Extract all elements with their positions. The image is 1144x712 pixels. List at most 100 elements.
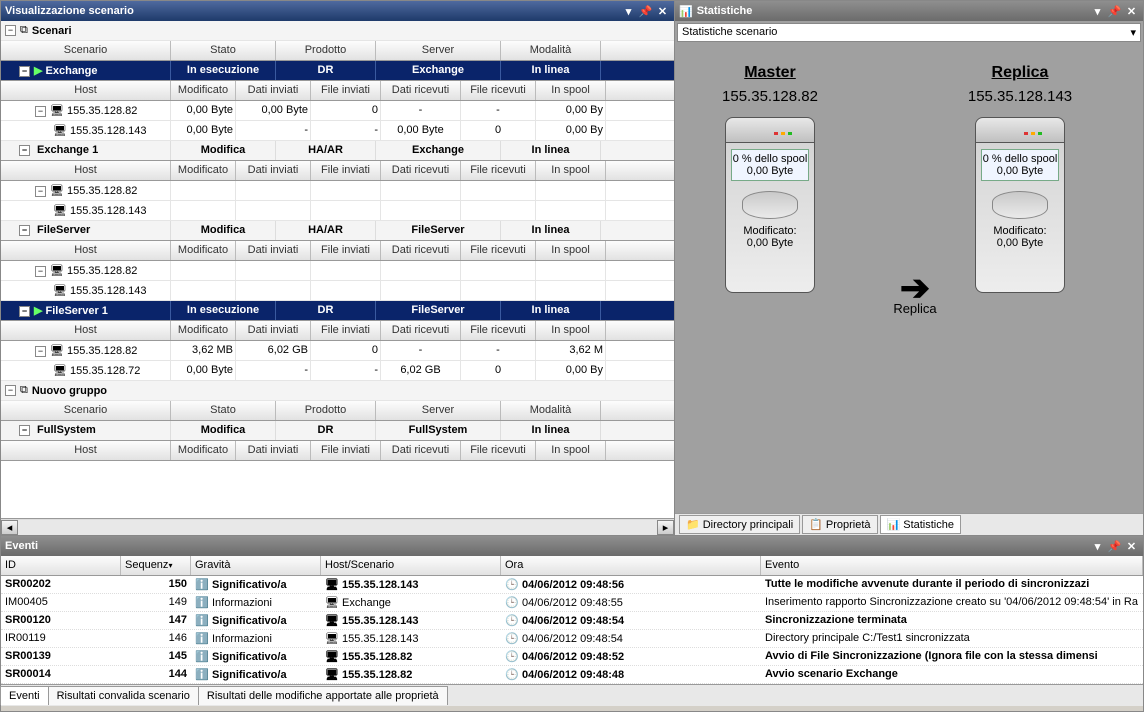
event-row[interactable]: IR00119146ℹ️Informazioni🖥155.35.128.143🕒…: [1, 630, 1143, 648]
hdr-prodotto[interactable]: Prodotto: [276, 401, 376, 420]
event-row[interactable]: SR00014144ℹ️Significativo/a🖥155.35.128.8…: [1, 666, 1143, 684]
horizontal-scrollbar[interactable]: ◂ ▸: [1, 518, 674, 535]
stats-tab[interactable]: 📋Proprietà: [802, 515, 877, 534]
hdr-host[interactable]: Host: [1, 241, 171, 260]
hdr-modificato[interactable]: Modificato: [171, 161, 236, 180]
collapse-icon[interactable]: −: [35, 346, 46, 357]
pin-icon[interactable]: 📌: [1107, 539, 1122, 553]
host-row[interactable]: −🖥 155.35.128.820,00 Byte0,00 Byte0--0,0…: [1, 101, 674, 121]
pin-icon[interactable]: 📌: [638, 4, 653, 18]
close-icon[interactable]: ✕: [1124, 4, 1139, 18]
bottom-tab[interactable]: Eventi: [0, 686, 49, 705]
hdr-modalità[interactable]: Modalità: [501, 401, 601, 420]
bottom-tab[interactable]: Risultati convalida scenario: [48, 686, 199, 705]
hdr-host[interactable]: Host: [1, 81, 171, 100]
hdr-file-ricevuti[interactable]: File ricevuti: [461, 81, 536, 100]
dropdown-icon[interactable]: ▾: [1090, 4, 1105, 18]
hdr-in-spool[interactable]: In spool: [536, 81, 606, 100]
hdr-dati-inviati[interactable]: Dati inviati: [236, 81, 311, 100]
hdr-stato[interactable]: Stato: [171, 401, 276, 420]
hdr-server[interactable]: Server: [376, 41, 501, 60]
hdr-dati-inviati[interactable]: Dati inviati: [236, 321, 311, 340]
hdr-file-ricevuti[interactable]: File ricevuti: [461, 241, 536, 260]
collapse-icon[interactable]: −: [5, 385, 16, 396]
hdr-file-inviati[interactable]: File inviati: [311, 241, 381, 260]
hdr-file-ricevuti[interactable]: File ricevuti: [461, 321, 536, 340]
hdr-in-spool[interactable]: In spool: [536, 161, 606, 180]
events-col-id[interactable]: ID: [1, 556, 121, 575]
hdr-host[interactable]: Host: [1, 161, 171, 180]
pin-icon[interactable]: 📌: [1107, 4, 1122, 18]
scenario-row[interactable]: − FullSystemModificaDRFullSystemIn linea: [1, 421, 674, 441]
hdr-dati-ricevuti[interactable]: Dati ricevuti: [381, 81, 461, 100]
hdr-modalità[interactable]: Modalità: [501, 41, 601, 60]
hdr-modificato[interactable]: Modificato: [171, 321, 236, 340]
scroll-left-icon[interactable]: ◂: [1, 520, 18, 535]
events-col-gravità[interactable]: Gravità: [191, 556, 321, 575]
scenario-row[interactable]: −▶ FileServer 1In esecuzioneDRFileServer…: [1, 301, 674, 321]
hdr-dati-inviati[interactable]: Dati inviati: [236, 241, 311, 260]
hdr-dati-inviati[interactable]: Dati inviati: [236, 441, 311, 460]
collapse-icon[interactable]: −: [19, 145, 30, 156]
collapse-icon[interactable]: −: [19, 66, 30, 77]
hdr-file-inviati[interactable]: File inviati: [311, 321, 381, 340]
hdr-dati-ricevuti[interactable]: Dati ricevuti: [381, 441, 461, 460]
scroll-right-icon[interactable]: ▸: [657, 520, 674, 535]
collapse-icon[interactable]: −: [19, 425, 30, 436]
collapse-icon[interactable]: −: [35, 186, 46, 197]
stats-tab[interactable]: 📊Statistiche: [880, 515, 961, 534]
hdr-in-spool[interactable]: In spool: [536, 441, 606, 460]
scenario-row[interactable]: − Exchange 1ModificaHA/ARExchangeIn line…: [1, 141, 674, 161]
statistics-dropdown[interactable]: Statistiche scenario ▾: [677, 23, 1141, 42]
event-row[interactable]: SR00139145ℹ️Significativo/a🖥155.35.128.8…: [1, 648, 1143, 666]
host-row[interactable]: −🖥 155.35.128.823,62 MB6,02 GB0--3,62 M: [1, 341, 674, 361]
host-row[interactable]: 🖥 155.35.128.143: [1, 281, 674, 301]
close-icon[interactable]: ✕: [655, 4, 670, 18]
events-col-ora[interactable]: Ora: [501, 556, 761, 575]
hdr-modificato[interactable]: Modificato: [171, 441, 236, 460]
collapse-icon[interactable]: −: [19, 306, 30, 317]
host-row[interactable]: 🖥 155.35.128.143: [1, 201, 674, 221]
event-row[interactable]: SR00202150ℹ️Significativo/a🖥155.35.128.1…: [1, 576, 1143, 594]
hdr-scenario[interactable]: Scenario: [1, 41, 171, 60]
event-row[interactable]: SR00120147ℹ️Significativo/a🖥155.35.128.1…: [1, 612, 1143, 630]
events-body[interactable]: SR00202150ℹ️Significativo/a🖥155.35.128.1…: [1, 576, 1143, 684]
hdr-modificato[interactable]: Modificato: [171, 81, 236, 100]
events-col-host/scenario[interactable]: Host/Scenario: [321, 556, 501, 575]
hdr-prodotto[interactable]: Prodotto: [276, 41, 376, 60]
collapse-icon[interactable]: −: [5, 25, 16, 36]
host-row[interactable]: −🖥 155.35.128.82: [1, 261, 674, 281]
events-col-evento[interactable]: Evento: [761, 556, 1143, 575]
event-row[interactable]: IM00405149ℹ️Informazioni🖥Exchange🕒04/06/…: [1, 594, 1143, 612]
dropdown-icon[interactable]: ▾: [1090, 539, 1105, 553]
events-col-sequenz[interactable]: Sequenz▾: [121, 556, 191, 575]
hdr-dati-ricevuti[interactable]: Dati ricevuti: [381, 161, 461, 180]
host-row[interactable]: −🖥 155.35.128.82: [1, 181, 674, 201]
hdr-file-inviati[interactable]: File inviati: [311, 441, 381, 460]
collapse-icon[interactable]: −: [35, 266, 46, 277]
hdr-file-inviati[interactable]: File inviati: [311, 161, 381, 180]
bottom-tab[interactable]: Risultati delle modifiche apportate alle…: [198, 686, 448, 705]
group-node[interactable]: −⧉ Scenari: [1, 21, 674, 41]
dropdown-icon[interactable]: ▾: [621, 4, 636, 18]
hdr-host[interactable]: Host: [1, 321, 171, 340]
hdr-dati-inviati[interactable]: Dati inviati: [236, 161, 311, 180]
collapse-icon[interactable]: −: [35, 106, 46, 117]
host-row[interactable]: 🖥 155.35.128.720,00 Byte--6,02 GB00,00 B…: [1, 361, 674, 381]
hdr-dati-ricevuti[interactable]: Dati ricevuti: [381, 321, 461, 340]
group-node[interactable]: −⧉ Nuovo gruppo: [1, 381, 674, 401]
host-row[interactable]: 🖥 155.35.128.1430,00 Byte--0,00 Byte00,0…: [1, 121, 674, 141]
scenario-row[interactable]: −▶ ExchangeIn esecuzioneDRExchangeIn lin…: [1, 61, 674, 81]
hdr-server[interactable]: Server: [376, 401, 501, 420]
stats-tab[interactable]: 📁Directory principali: [679, 515, 800, 534]
hdr-scenario[interactable]: Scenario: [1, 401, 171, 420]
hdr-file-ricevuti[interactable]: File ricevuti: [461, 161, 536, 180]
hdr-file-ricevuti[interactable]: File ricevuti: [461, 441, 536, 460]
scenario-row[interactable]: − FileServerModificaHA/ARFileServerIn li…: [1, 221, 674, 241]
hdr-in-spool[interactable]: In spool: [536, 241, 606, 260]
hdr-modificato[interactable]: Modificato: [171, 241, 236, 260]
collapse-icon[interactable]: −: [19, 225, 30, 236]
hdr-host[interactable]: Host: [1, 441, 171, 460]
close-icon[interactable]: ✕: [1124, 539, 1139, 553]
hdr-in-spool[interactable]: In spool: [536, 321, 606, 340]
